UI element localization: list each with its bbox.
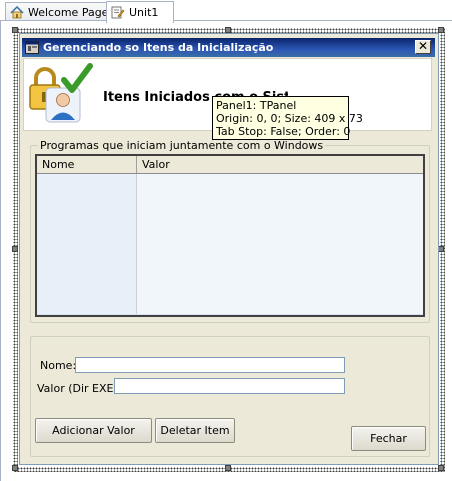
cell-valor [137, 216, 423, 230]
cell-valor [137, 174, 423, 188]
name-label: Nome: [40, 359, 77, 372]
lock-user-check-icon [29, 63, 93, 123]
name-field[interactable] [75, 357, 345, 373]
resize-handle-bottom-right[interactable] [438, 465, 444, 471]
cell-nome [37, 258, 137, 272]
grid-row[interactable] [37, 272, 423, 287]
tab-unit1-label: Unit1 [129, 6, 159, 19]
editor-tab-strip: Welcome Page Unit1 [0, 0, 452, 23]
cell-nome [37, 230, 137, 244]
column-header-valor[interactable]: Valor [137, 156, 423, 173]
grid-row[interactable] [37, 188, 423, 203]
cell-nome [37, 174, 137, 188]
hint-line-taborder: Tab Stop: False; Order: 0 [216, 125, 351, 138]
cell-nome [37, 244, 137, 258]
hint-line-geometry: Origin: 0, 0; Size: 409 x 73 [216, 112, 363, 125]
add-value-button[interactable]: Adicionar Valor [35, 418, 152, 443]
hint-line-name: Panel1: TPanel [216, 99, 297, 112]
grid-row[interactable] [37, 216, 423, 231]
delete-item-button[interactable]: Deletar Item [155, 418, 235, 443]
tab-welcome-page[interactable]: Welcome Page [5, 2, 115, 22]
startup-items-grid[interactable]: Nome Valor [35, 154, 425, 317]
cell-valor [137, 244, 423, 258]
resize-handle-bottom-left[interactable] [12, 465, 18, 471]
programs-group-caption: Programas que iniciam juntamente com o W… [38, 139, 326, 152]
home-icon [10, 6, 24, 19]
cell-valor [137, 272, 423, 286]
unit-file-icon [111, 6, 125, 19]
cell-nome [37, 300, 137, 314]
value-field[interactable] [114, 378, 345, 394]
cell-nome [37, 286, 137, 300]
grid-header: Nome Valor [37, 156, 423, 174]
grid-row[interactable] [37, 174, 423, 189]
value-label: Valor (Dir EXE) [37, 382, 118, 395]
cell-nome [37, 188, 137, 202]
form-title: Gerenciando so Itens da Inicialização [43, 41, 274, 54]
close-button[interactable]: ✕ [415, 40, 431, 54]
resize-handle-top-left[interactable] [12, 27, 18, 33]
component-hint-tooltip: Panel1: TPanel Origin: 0, 0; Size: 409 x… [212, 96, 363, 140]
cell-valor [137, 300, 423, 314]
cell-valor [137, 230, 423, 244]
cell-valor [137, 286, 423, 300]
grid-row[interactable] [37, 258, 423, 273]
cell-nome [37, 202, 137, 216]
column-header-nome[interactable]: Nome [37, 156, 137, 173]
tab-welcome-label: Welcome Page [28, 6, 109, 19]
cell-nome [37, 216, 137, 230]
form-title-bar[interactable]: Gerenciando so Itens da Inicialização [22, 38, 435, 57]
cell-valor [137, 188, 423, 202]
grid-row[interactable] [37, 244, 423, 259]
cell-nome [37, 272, 137, 286]
resize-handle-left[interactable] [12, 246, 18, 252]
resize-handle-bottom[interactable] [225, 465, 231, 471]
close-form-button[interactable]: Fechar [351, 426, 426, 451]
grid-row[interactable] [37, 286, 423, 301]
form-window-icon [25, 41, 39, 54]
grid-row[interactable] [37, 300, 423, 315]
grid-row[interactable] [37, 202, 423, 217]
cell-valor [137, 202, 423, 216]
cell-valor [137, 258, 423, 272]
grid-row[interactable] [37, 230, 423, 245]
tab-unit1[interactable]: Unit1 [106, 1, 174, 23]
